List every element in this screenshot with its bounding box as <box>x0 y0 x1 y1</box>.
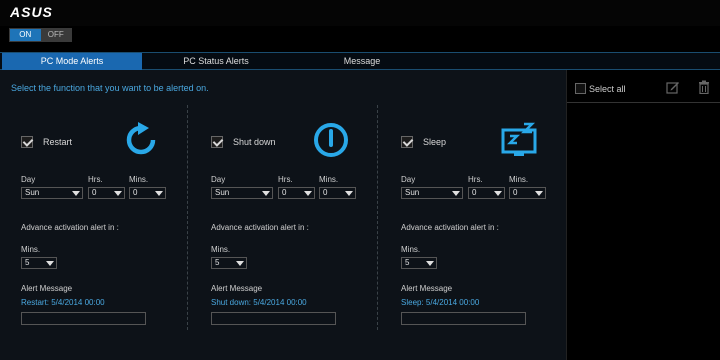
select-all-checkbox[interactable] <box>575 83 586 94</box>
shutdown-checkbox[interactable] <box>211 136 223 148</box>
advance-mins-select[interactable]: 5 <box>401 257 437 269</box>
tab-message[interactable]: Message <box>292 53 432 70</box>
hrs-select[interactable]: 0 <box>468 187 505 199</box>
function-column-sleep: Sleep Day Hrs. Mins. Sun 0 0 Advance act… <box>380 105 570 360</box>
selected-value: Sun <box>215 188 230 197</box>
day-select[interactable]: Sun <box>401 187 463 199</box>
alert-message-input[interactable] <box>401 312 526 325</box>
select-all-label: Select all <box>589 84 626 94</box>
tab-pc-mode-alerts[interactable]: PC Mode Alerts <box>2 53 142 70</box>
selected-value: Sun <box>405 188 420 197</box>
day-label: Day <box>21 175 36 184</box>
chevron-down-icon <box>452 191 460 196</box>
selected-value: 0 <box>282 188 287 197</box>
alert-message-input[interactable] <box>21 312 146 325</box>
alerts-list-panel: Select all <box>566 70 720 360</box>
hrs-select[interactable]: 0 <box>88 187 125 199</box>
title-bar: ASUS <box>0 0 720 26</box>
chevron-down-icon <box>426 261 434 266</box>
chevron-down-icon <box>46 261 54 266</box>
advance-mins-select[interactable]: 5 <box>211 257 247 269</box>
alert-message-input[interactable] <box>211 312 336 325</box>
tab-pc-status-alerts[interactable]: PC Status Alerts <box>146 53 286 70</box>
function-column-restart: Restart Day Hrs. Mins. Sun 0 0 Advance a… <box>0 105 190 360</box>
day-label: Day <box>401 175 416 184</box>
chevron-down-icon <box>236 261 244 266</box>
chevron-down-icon <box>494 191 502 196</box>
mins-label: Mins. <box>319 175 339 184</box>
chevron-down-icon <box>72 191 80 196</box>
day-select[interactable]: Sun <box>211 187 273 199</box>
edit-icon[interactable] <box>666 80 680 94</box>
hrs-label: Hrs. <box>88 175 103 184</box>
alert-message-value: Shut down: 5/4/2014 00:00 <box>211 298 307 307</box>
chevron-down-icon <box>262 191 270 196</box>
selected-value: 0 <box>472 188 477 197</box>
advance-mins-select[interactable]: 5 <box>21 257 57 269</box>
mins-select[interactable]: 0 <box>129 187 166 199</box>
sleep-checkbox[interactable] <box>401 136 413 148</box>
selected-value: 0 <box>92 188 97 197</box>
hrs-label: Hrs. <box>278 175 293 184</box>
alert-message-label: Alert Message <box>401 284 453 293</box>
restart-checkbox[interactable] <box>21 136 33 148</box>
sleep-icon <box>501 122 537 156</box>
function-name: Sleep <box>423 137 447 147</box>
advance-mins-label: Mins. <box>401 245 421 254</box>
selected-value: 5 <box>215 258 220 267</box>
alert-message-value: Sleep: 5/4/2014 00:00 <box>401 298 480 307</box>
day-label: Day <box>211 175 226 184</box>
mins-label: Mins. <box>129 175 149 184</box>
trash-icon[interactable] <box>697 80 711 94</box>
svg-text:ASUS: ASUS <box>10 5 53 19</box>
advance-mins-label: Mins. <box>211 245 231 254</box>
list-toolbar: Select all <box>567 70 720 103</box>
mins-select[interactable]: 0 <box>319 187 356 199</box>
instruction-text: Select the function that you want to be … <box>11 83 209 93</box>
function-name: Shut down <box>233 137 276 147</box>
mins-label: Mins. <box>509 175 529 184</box>
selected-value: 5 <box>25 258 30 267</box>
hrs-label: Hrs. <box>468 175 483 184</box>
selected-value: 0 <box>323 188 328 197</box>
chevron-down-icon <box>304 191 312 196</box>
advance-alert-label: Advance activation alert in : <box>211 223 309 232</box>
advance-alert-label: Advance activation alert in : <box>401 223 499 232</box>
function-name: Restart <box>43 137 73 147</box>
chevron-down-icon <box>535 191 543 196</box>
selected-value: 0 <box>513 188 518 197</box>
toggle-off-option[interactable]: OFF <box>40 29 71 41</box>
alert-message-label: Alert Message <box>211 284 263 293</box>
chevron-down-icon <box>155 191 163 196</box>
alert-message-label: Alert Message <box>21 284 73 293</box>
selected-value: 5 <box>405 258 410 267</box>
chevron-down-icon <box>345 191 353 196</box>
alert-message-value: Restart: 5/4/2014 00:00 <box>21 298 105 307</box>
tab-bar: PC Mode Alerts PC Status Alerts Message <box>0 52 720 70</box>
restart-icon <box>126 122 156 155</box>
hrs-select[interactable]: 0 <box>278 187 315 199</box>
advance-mins-label: Mins. <box>21 245 41 254</box>
asus-logo: ASUS <box>10 5 53 19</box>
advance-alert-label: Advance activation alert in : <box>21 223 119 232</box>
mins-select[interactable]: 0 <box>509 187 546 199</box>
day-select[interactable]: Sun <box>21 187 83 199</box>
on-off-toggle[interactable]: ON OFF <box>9 28 72 42</box>
selected-value: Sun <box>25 188 40 197</box>
chevron-down-icon <box>114 191 122 196</box>
function-column-shutdown: Shut down Day Hrs. Mins. Sun 0 0 Advance… <box>190 105 380 360</box>
alerts-panel: Select the function that you want to be … <box>0 70 566 360</box>
power-icon <box>314 123 348 157</box>
toggle-on-option[interactable]: ON <box>10 29 41 41</box>
selected-value: 0 <box>133 188 138 197</box>
